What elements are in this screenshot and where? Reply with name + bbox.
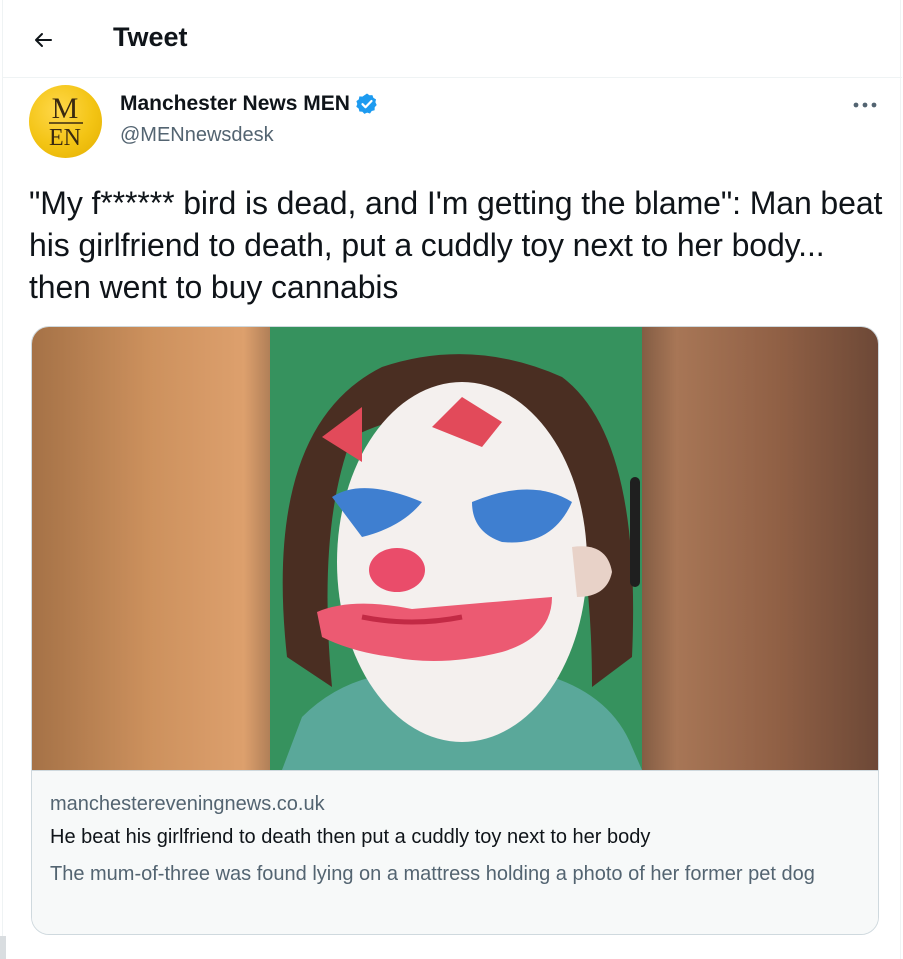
card-title: He beat his girlfriend to death then put… bbox=[50, 826, 651, 848]
arrow-left-icon bbox=[35, 33, 52, 47]
tweet-page: Tweet M EN Manchester News MEN @MENnewsd… bbox=[2, 0, 902, 959]
back-button[interactable] bbox=[21, 18, 65, 62]
avatar-text-bottom: EN bbox=[49, 125, 81, 151]
page-header: Tweet bbox=[3, 0, 902, 78]
avatar[interactable]: M EN bbox=[29, 85, 102, 158]
author-name[interactable]: Manchester News MEN bbox=[120, 92, 350, 116]
page-title: Tweet bbox=[113, 22, 188, 52]
card-meta[interactable]: manchestereveningnews.co.uk He beat his … bbox=[32, 770, 878, 934]
author-name-row[interactable]: Manchester News MEN bbox=[120, 92, 379, 116]
verified-badge-icon bbox=[356, 93, 377, 114]
author-handle[interactable]: @MENnewsdesk bbox=[120, 124, 274, 147]
card-description: The mum-of-three was found lying on a ma… bbox=[50, 863, 815, 885]
card-image[interactable] bbox=[32, 327, 878, 770]
link-card[interactable]: manchestereveningnews.co.uk He beat his … bbox=[31, 326, 879, 935]
card-domain: manchestereveningnews.co.uk bbox=[50, 793, 325, 815]
scrollbar-edge bbox=[0, 936, 6, 959]
men-logo-icon: M EN bbox=[49, 92, 83, 151]
more-options-button[interactable] bbox=[845, 90, 885, 120]
more-horizontal-icon bbox=[853, 102, 877, 108]
person-in-clown-makeup-photo bbox=[32, 327, 878, 770]
avatar-text-top: M bbox=[52, 92, 79, 125]
tweet-text: "My f****** bird is dead, and I'm gettin… bbox=[29, 185, 883, 305]
